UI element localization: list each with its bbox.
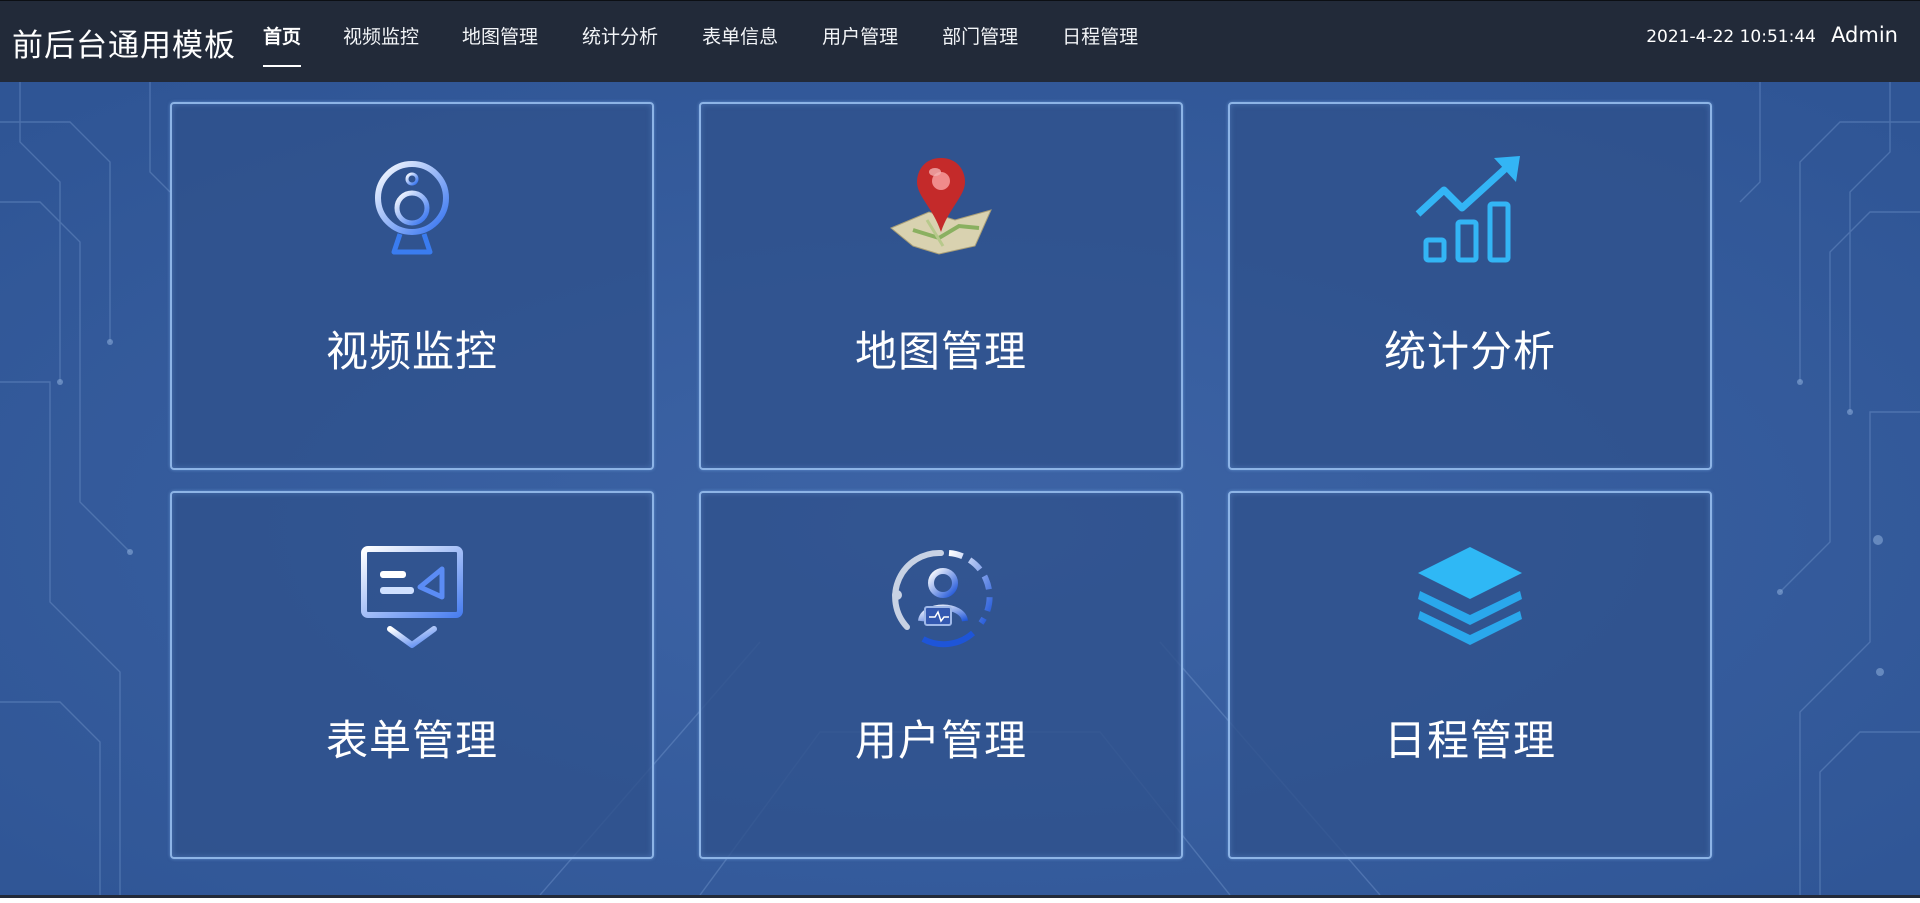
nav-item-label: 表单信息 [702, 26, 779, 48]
webcam-icon [375, 161, 449, 255]
card-label: 统计分析 [1383, 327, 1556, 376]
nav-item-schedule-management[interactable]: 日程管理 [1062, 1, 1138, 83]
user-monitor-icon [892, 549, 993, 648]
nav-item-map-management[interactable]: 地图管理 [462, 1, 538, 83]
nav-item-label: 部门管理 [942, 26, 1019, 48]
nav-item-video-monitor[interactable]: 视频监控 [343, 1, 419, 83]
nav-item-label: 用户管理 [822, 26, 899, 48]
card-map-management[interactable]: 地图管理 [699, 102, 1183, 470]
card-user-management[interactable]: 用户管理 [699, 491, 1183, 859]
chart-trend-icon [1415, 156, 1520, 263]
active-tab-underline [263, 65, 302, 67]
nav-item-label: 地图管理 [462, 26, 539, 48]
nav-item-label: 首页 [263, 26, 302, 48]
card-video-monitor[interactable]: 视频监控 [170, 102, 654, 470]
bottom-divider [0, 895, 1920, 898]
topbar-right: 2021-4-22 10:51:44 Admin [1646, 23, 1898, 47]
main-nav: 首页 视频监控 地图管理 统计分析 表单信息 用户管理 部门管理 日程管理 [260, 1, 1138, 83]
user-menu[interactable]: Admin [1831, 23, 1898, 47]
nav-item-label: 视频监控 [343, 26, 420, 48]
nav-item-form-info[interactable]: 表单信息 [702, 1, 778, 83]
card-label: 表单管理 [325, 716, 498, 765]
datetime-display: 2021-4-22 10:51:44 [1646, 27, 1816, 47]
app-title: 前后台通用模板 [12, 28, 236, 64]
layers-icon [1418, 547, 1522, 645]
nav-item-user-management[interactable]: 用户管理 [822, 1, 898, 83]
nav-item-home[interactable]: 首页 [263, 1, 302, 83]
nav-item-statistics[interactable]: 统计分析 [582, 1, 658, 83]
nav-item-label: 日程管理 [1062, 26, 1139, 48]
card-schedule-management[interactable]: 日程管理 [1228, 491, 1712, 859]
top-navbar: 前后台通用模板 首页 视频监控 地图管理 统计分析 表单信息 用户管理 部门管理… [0, 0, 1920, 82]
nav-item-label: 统计分析 [582, 26, 659, 48]
card-label: 地图管理 [854, 327, 1027, 376]
card-form-management[interactable]: 表单管理 [170, 491, 654, 859]
card-label: 日程管理 [1383, 716, 1556, 765]
card-statistics[interactable]: 统计分析 [1228, 102, 1712, 470]
nav-item-department-management[interactable]: 部门管理 [942, 1, 1018, 83]
card-label: 视频监控 [325, 327, 498, 376]
map-pin-icon [890, 158, 992, 255]
card-label: 用户管理 [854, 716, 1027, 765]
presentation-board-icon [361, 546, 463, 648]
main-content: 视频监控 地图管理 统计分析 表单管理 用户管理 日程管理 [0, 82, 1920, 895]
